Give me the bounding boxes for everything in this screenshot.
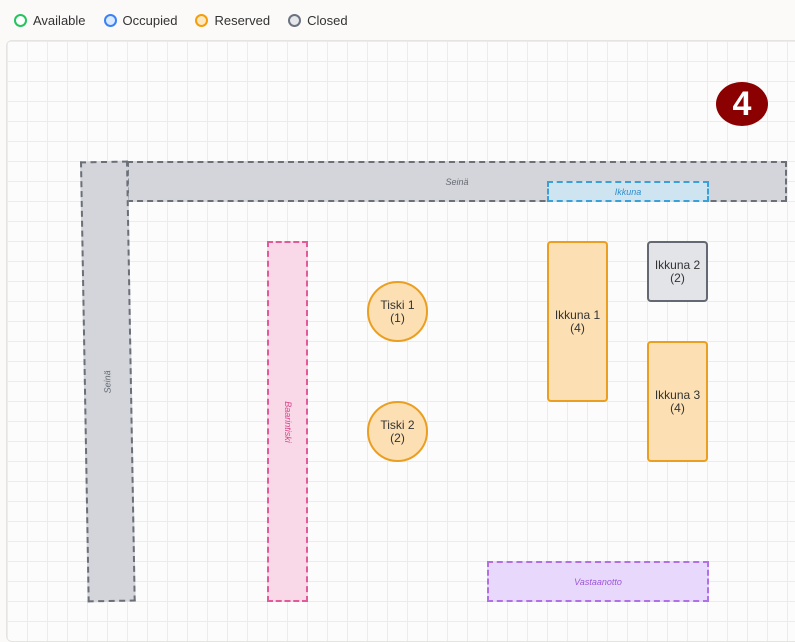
table-ikkuna-1[interactable]: Ikkuna 1 (4)	[547, 241, 608, 402]
table-name: Tiski 2	[380, 417, 415, 432]
table-seats: (4)	[570, 320, 585, 335]
window-strip-label: Ikkuna	[614, 186, 642, 197]
legend-item-occupied[interactable]: Occupied	[103, 12, 178, 28]
reception-label: Vastaanotto	[574, 576, 622, 587]
floor-plan-canvas[interactable]: 4 Seinä Ikkuna Seinä Baarintiski Vastaan…	[6, 40, 795, 642]
table-seats: (2)	[390, 430, 405, 445]
legend-item-closed[interactable]: Closed	[288, 12, 348, 28]
table-tiski-1[interactable]: Tiski 1 (1)	[367, 281, 428, 342]
status-legend: Available Occupied Reserved Closed	[14, 10, 348, 30]
bar-counter-label: Baarintiski	[282, 400, 293, 443]
window-strip-zone: Ikkuna	[547, 181, 709, 202]
bar-counter-zone: Baarintiski	[267, 241, 308, 602]
legend-label: Reserved	[214, 12, 271, 28]
available-status-dot-icon	[14, 13, 27, 27]
legend-label: Closed	[307, 12, 348, 28]
reserved-status-dot-icon	[195, 13, 209, 27]
table-seats: (2)	[670, 270, 685, 285]
table-name: Ikkuna 3	[654, 387, 701, 402]
table-tiski-2[interactable]: Tiski 2 (2)	[367, 401, 428, 462]
wall-top-label: Seinä	[445, 176, 469, 187]
table-seats: (1)	[390, 310, 405, 325]
occupied-status-dot-icon	[103, 13, 117, 27]
legend-item-reserved[interactable]: Reserved	[195, 13, 270, 28]
closed-status-dot-icon	[288, 13, 302, 27]
wall-left-zone: Seinä	[80, 160, 136, 603]
reception-zone: Vastaanotto	[487, 561, 709, 602]
legend-label: Available	[33, 12, 86, 28]
table-name: Ikkuna 1	[554, 307, 601, 322]
floor-number-badge: 4	[716, 82, 768, 126]
legend-label: Occupied	[122, 12, 178, 28]
wall-left-label: Seinä	[102, 369, 114, 394]
table-name: Tiski 1	[380, 297, 415, 312]
table-ikkuna-3[interactable]: Ikkuna 3 (4)	[647, 341, 708, 462]
table-seats: (4)	[670, 400, 685, 415]
legend-item-available[interactable]: Available	[14, 13, 86, 28]
table-ikkuna-2[interactable]: Ikkuna 2 (2)	[647, 241, 708, 302]
table-name: Ikkuna 2	[654, 257, 701, 272]
